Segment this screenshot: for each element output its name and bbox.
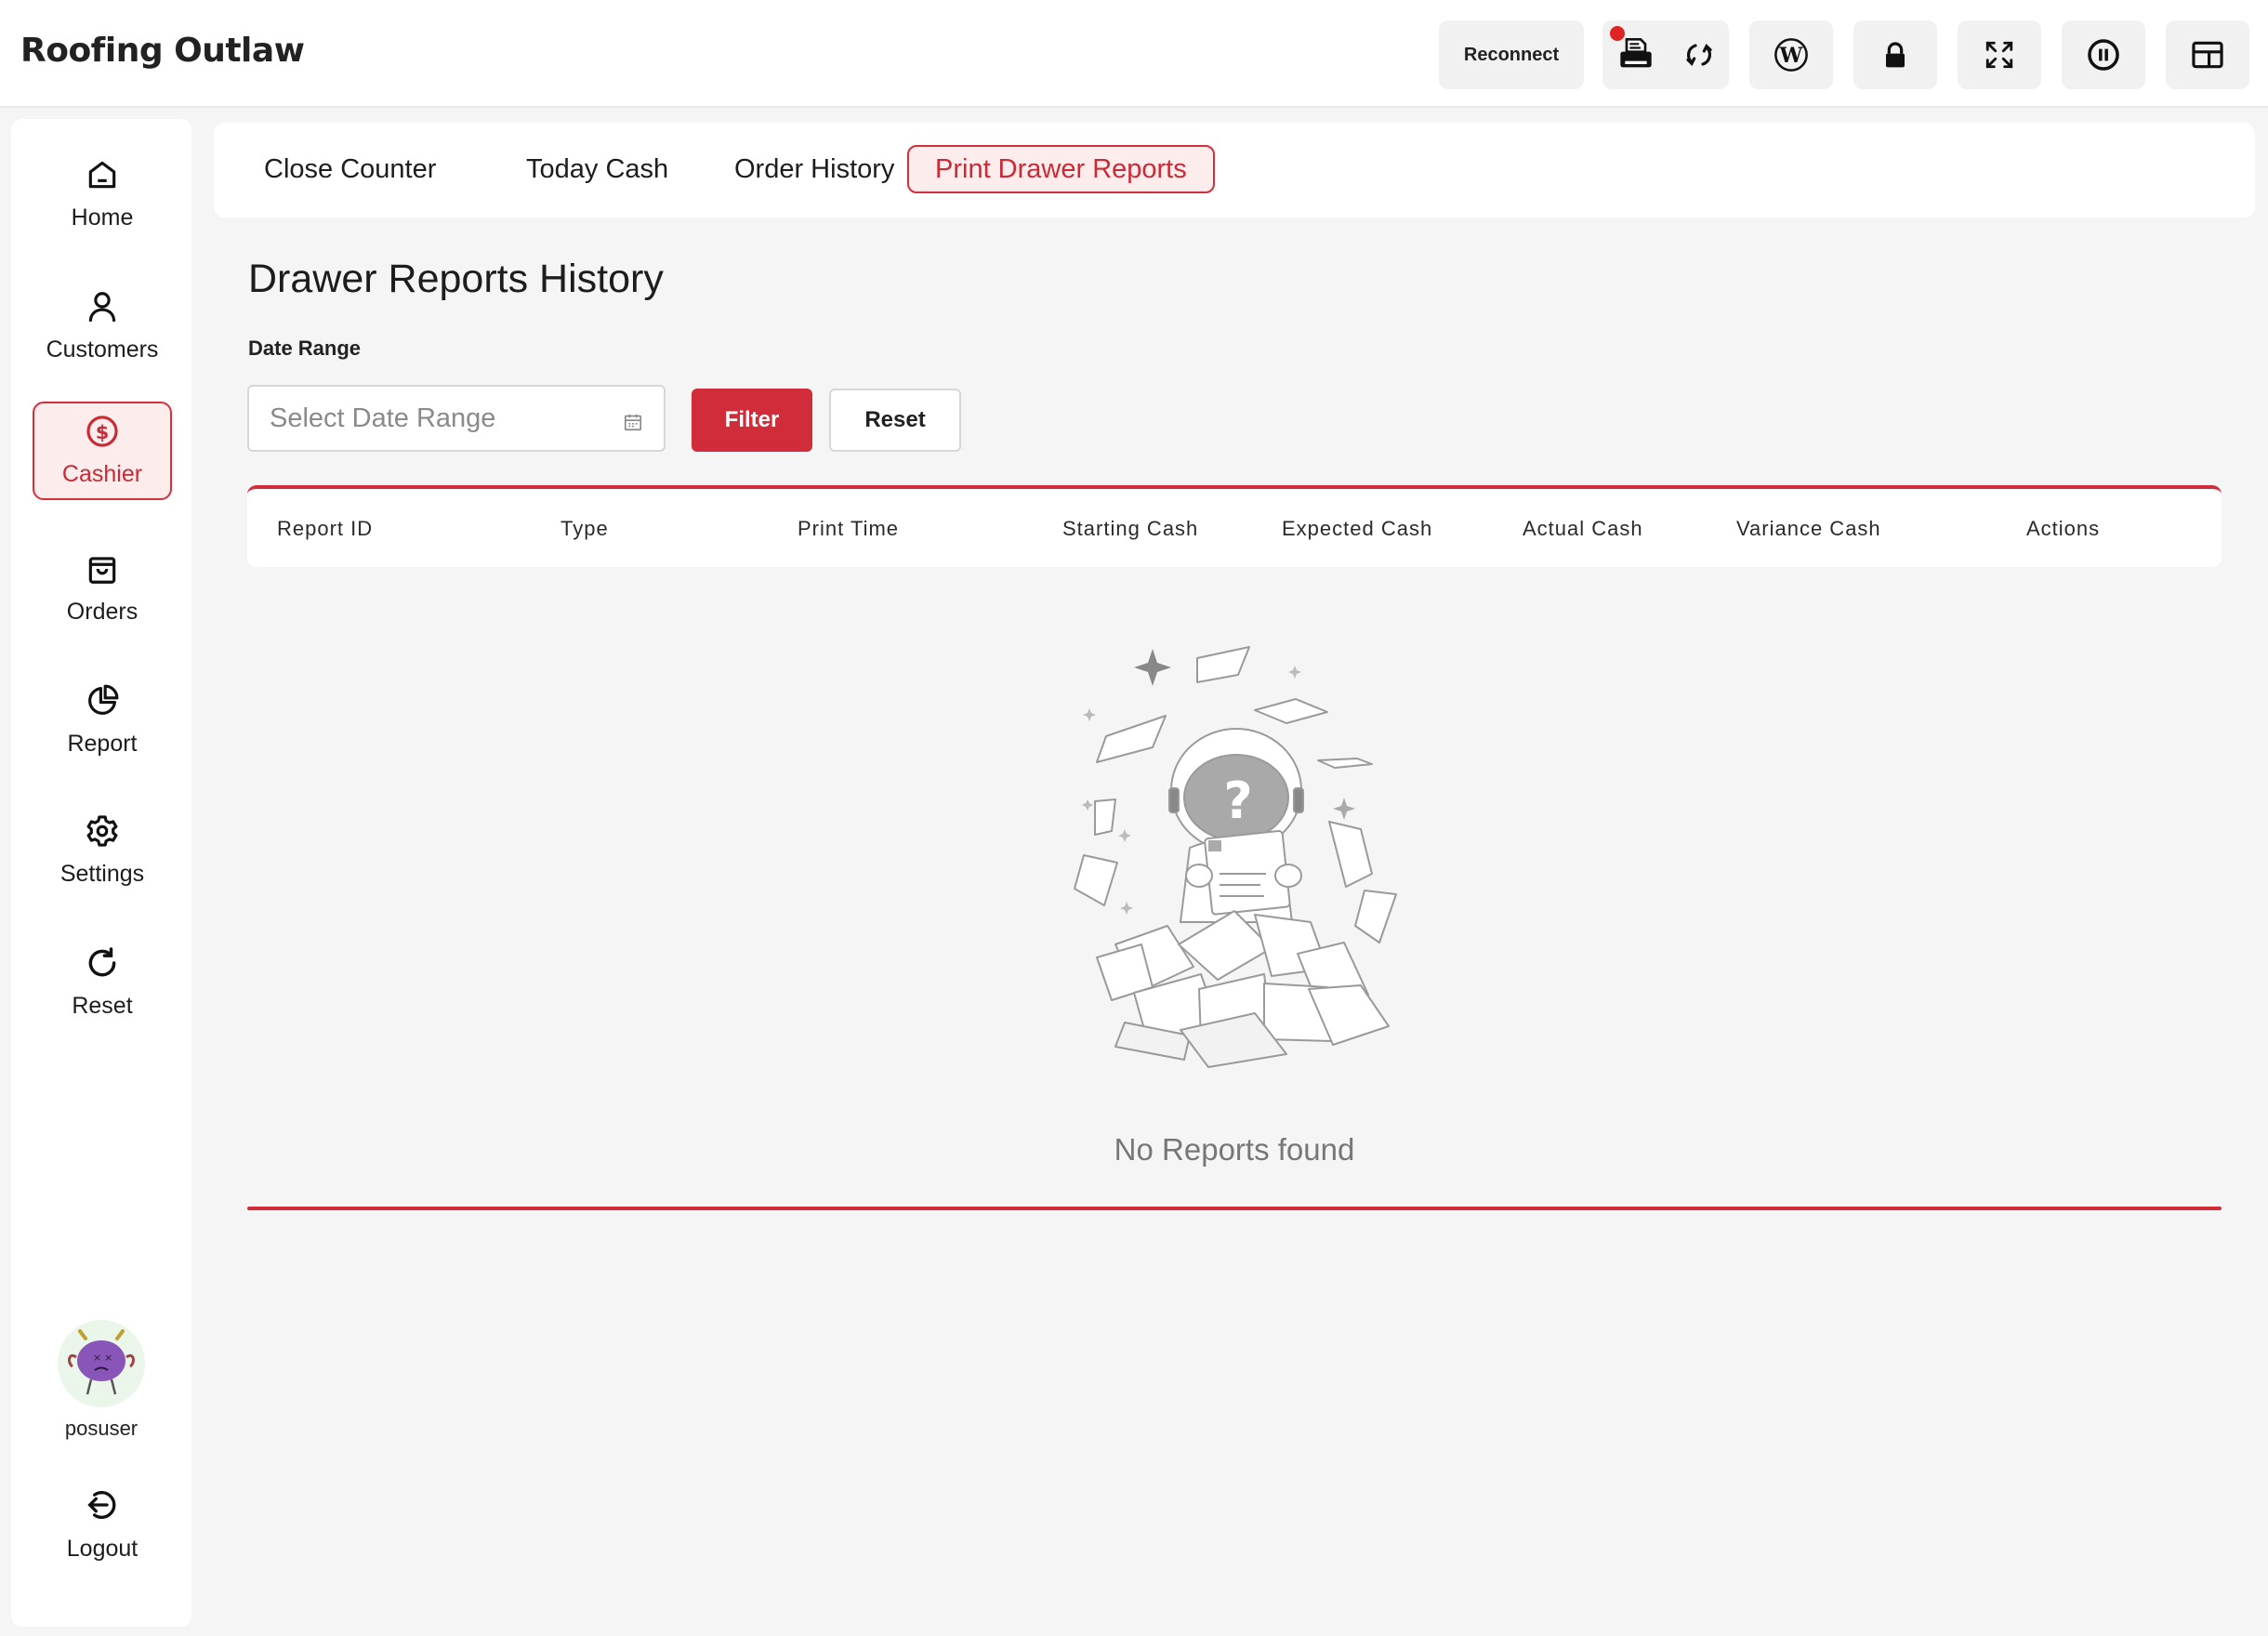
column-header-actual-cash: Actual Cash	[1523, 517, 1643, 540]
sidebar-item-report[interactable]: Report	[33, 671, 172, 770]
table-bottom-border	[247, 1207, 2222, 1210]
sidebar-item-orders[interactable]: Orders	[33, 539, 172, 638]
tab-today-cash[interactable]: Today Cash	[498, 145, 696, 193]
sidebar-item-label: Customers	[46, 336, 159, 363]
svg-text:W: W	[1779, 44, 1804, 68]
tab-print-drawer-reports[interactable]: Print Drawer Reports	[907, 145, 1215, 193]
sidebar: Home Customers $ Cashier Orders Report S…	[11, 119, 191, 1627]
shopping-bag-icon	[85, 551, 120, 591]
home-icon	[85, 157, 120, 197]
page-title: Drawer Reports History	[248, 257, 664, 301]
user-icon	[85, 289, 120, 329]
fullscreen-icon	[1984, 39, 2015, 71]
sidebar-item-label: Report	[67, 731, 138, 757]
reset-button[interactable]: Reset	[829, 389, 961, 452]
printer-icon[interactable]	[1617, 36, 1655, 73]
date-range-placeholder: Select Date Range	[270, 402, 496, 433]
logout-icon	[84, 1486, 121, 1528]
notification-dot	[1610, 26, 1625, 41]
wordpress-button[interactable]: W	[1749, 20, 1833, 89]
dollar-circle-icon: $	[85, 414, 120, 454]
sidebar-item-label: Settings	[59, 861, 145, 887]
reconnect-button[interactable]: Reconnect	[1439, 20, 1584, 89]
sync-icon[interactable]	[1684, 40, 1714, 70]
column-header-variance-cash: Variance Cash	[1736, 517, 1881, 540]
svg-text:$: $	[96, 421, 109, 443]
sidebar-item-cashier[interactable]: $ Cashier	[33, 402, 172, 500]
pause-button[interactable]	[2062, 20, 2145, 89]
refresh-icon	[85, 945, 120, 985]
tab-order-history[interactable]: Order History	[706, 145, 922, 193]
svg-text:?: ?	[1223, 772, 1252, 830]
pie-chart-icon	[85, 683, 120, 723]
cashier-tabs: Close Counter Today Cash Order History P…	[214, 123, 2255, 218]
wordpress-icon: W	[1774, 37, 1809, 73]
user-name: posuser	[64, 1417, 138, 1440]
pause-icon	[2086, 37, 2121, 73]
avatar[interactable]: × ×	[58, 1320, 145, 1407]
layout-icon	[2190, 37, 2225, 73]
sidebar-item-label: Reset	[72, 993, 133, 1019]
date-range-label: Date Range	[248, 336, 362, 360]
logout-label: Logout	[66, 1536, 138, 1562]
column-header-print-time: Print Time	[798, 517, 900, 540]
sidebar-item-home[interactable]: Home	[33, 145, 172, 244]
logout-button[interactable]: Logout	[33, 1478, 172, 1571]
sidebar-item-settings[interactable]: Settings	[33, 801, 172, 900]
top-bar: Roofing Outlaw Reconnect W	[0, 0, 2268, 108]
column-header-starting-cash: Starting Cash	[1062, 517, 1199, 540]
calendar-icon[interactable]	[623, 409, 643, 440]
monster-avatar-image: × ×	[58, 1320, 145, 1407]
layout-button[interactable]	[2166, 20, 2249, 89]
sidebar-item-label: Orders	[66, 599, 138, 625]
svg-text:×: ×	[104, 1352, 112, 1364]
gear-icon	[85, 813, 120, 853]
lock-button[interactable]	[1853, 20, 1937, 89]
tab-close-counter[interactable]: Close Counter	[236, 145, 464, 193]
sidebar-item-label: Cashier	[61, 461, 143, 487]
sidebar-item-label: Home	[71, 204, 134, 231]
date-range-input[interactable]: Select Date Range	[247, 385, 666, 452]
column-header-report-id: Report ID	[277, 517, 374, 540]
filter-button[interactable]: Filter	[692, 389, 812, 452]
column-header-type: Type	[560, 517, 609, 540]
sidebar-item-customers[interactable]: Customers	[33, 277, 172, 376]
fullscreen-button[interactable]	[1958, 20, 2041, 89]
empty-state-message: No Reports found	[1114, 1132, 1355, 1167]
reports-table-header: Report ID Type Print Time Starting Cash …	[247, 485, 2222, 567]
empty-state-illustration: ?	[1069, 632, 1413, 1074]
column-header-actions: Actions	[2026, 517, 2101, 540]
app-title: Roofing Outlaw	[20, 32, 305, 70]
svg-text:×: ×	[93, 1352, 101, 1364]
sidebar-item-reset[interactable]: Reset	[33, 933, 172, 1032]
column-header-expected-cash: Expected Cash	[1282, 517, 1433, 540]
lock-icon	[1880, 40, 1910, 70]
reconnect-label: Reconnect	[1463, 44, 1560, 65]
